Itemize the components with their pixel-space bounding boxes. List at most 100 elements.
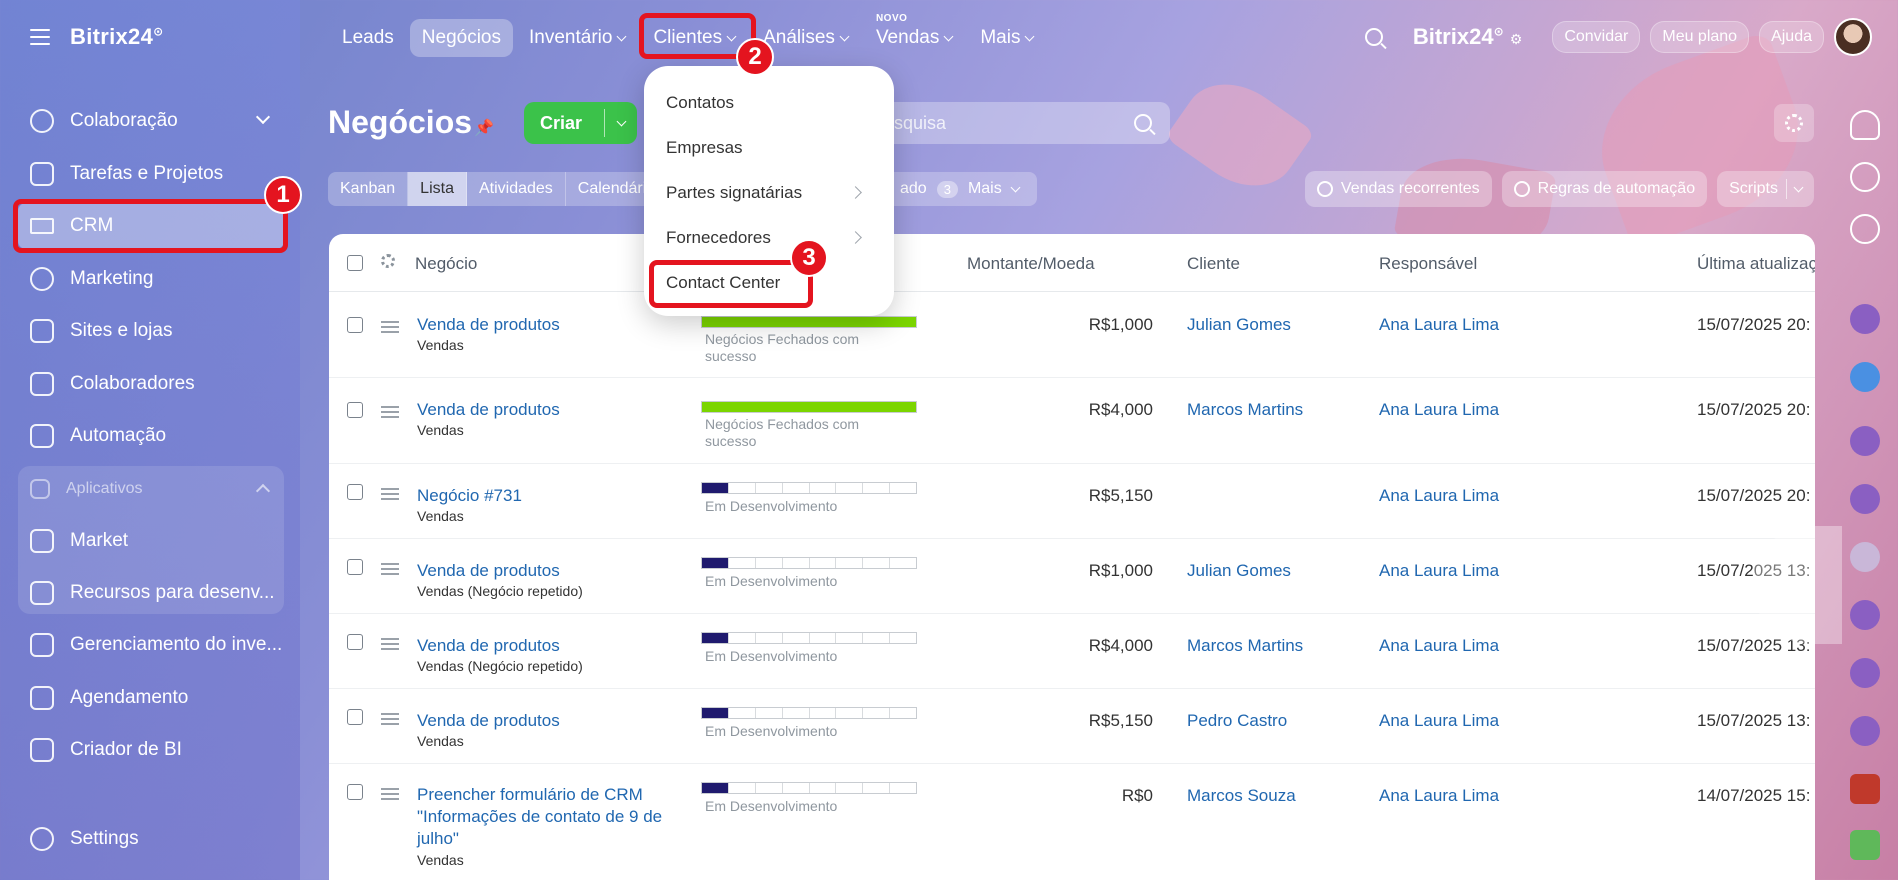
deal-responsible[interactable]: Ana Laura Lima (1379, 561, 1499, 581)
deal-client[interactable]: Marcos Martins (1187, 636, 1303, 656)
select-all-checkbox[interactable] (347, 255, 363, 271)
menu-icon[interactable] (30, 29, 50, 45)
header-responsavel[interactable]: Responsável (1379, 254, 1477, 274)
tab-atividades[interactable]: Atividades (467, 172, 566, 206)
deal-title[interactable]: Venda de produtos (417, 399, 667, 421)
row-checkbox[interactable] (347, 317, 363, 333)
header-montante[interactable]: Montante/Moeda (967, 254, 1095, 274)
topnav-leads[interactable]: Leads (330, 19, 406, 57)
bell-icon[interactable] (1850, 110, 1880, 140)
deal-title[interactable]: Venda de produtos (417, 710, 667, 732)
topnav-vendas[interactable]: NOVO Vendas (864, 13, 964, 57)
brand-logo[interactable]: Bitrix24⊙ (70, 24, 163, 50)
sidebar-item-bi[interactable]: Criador de BI (18, 727, 284, 773)
app-icon[interactable] (1850, 426, 1880, 456)
stage-bar[interactable] (701, 401, 917, 413)
drag-handle-icon[interactable] (381, 713, 399, 725)
topnav-clientes[interactable]: Clientes (641, 19, 747, 57)
cat-avatar-icon[interactable] (1850, 542, 1880, 572)
topnav-inventario[interactable]: Inventário (517, 19, 637, 57)
topnav-negocios[interactable]: Negócios (409, 19, 513, 57)
drag-handle-icon[interactable] (381, 406, 399, 418)
menu-item-fornecedores[interactable]: Fornecedores (666, 228, 771, 248)
sidebar-item-colaboradores[interactable]: Colaboradores (18, 361, 284, 407)
sidebar-item-crm[interactable]: CRM (18, 203, 284, 249)
filter-tail[interactable]: ado 3 Mais (890, 172, 1037, 206)
row-checkbox[interactable] (347, 784, 363, 800)
sidebar-item-colaboracao[interactable]: Colaboração (18, 98, 284, 144)
deal-title[interactable]: Venda de produtos (417, 560, 667, 582)
checklist-icon[interactable] (1850, 830, 1880, 860)
deal-responsible[interactable]: Ana Laura Lima (1379, 636, 1499, 656)
row-checkbox[interactable] (347, 634, 363, 650)
criar-button[interactable]: Criar (524, 102, 637, 144)
deal-client[interactable]: Marcos Souza (1187, 786, 1296, 806)
sidebar-item-gerenciamento[interactable]: Gerenciamento do inve... (18, 622, 284, 668)
sidebar-item-sites[interactable]: Sites e lojas (18, 308, 284, 354)
deal-client[interactable]: Marcos Martins (1187, 400, 1303, 420)
stage-bar[interactable] (701, 782, 917, 794)
deal-responsible[interactable]: Ana Laura Lima (1379, 315, 1499, 335)
sidebar-item-recursos[interactable]: Recursos para desenv... (18, 570, 284, 616)
copilot-icon[interactable] (1850, 162, 1880, 192)
deal-responsible[interactable]: Ana Laura Lima (1379, 786, 1499, 806)
row-checkbox[interactable] (347, 709, 363, 725)
row-checkbox[interactable] (347, 402, 363, 418)
deal-responsible[interactable]: Ana Laura Lima (1379, 486, 1499, 506)
convidar-button[interactable]: Convidar (1552, 21, 1641, 53)
sidebar-item-marketing[interactable]: Marketing (18, 256, 284, 302)
deal-title[interactable]: Negócio #731 (417, 485, 667, 507)
drag-handle-icon[interactable] (381, 563, 399, 575)
deal-responsible[interactable]: Ana Laura Lima (1379, 400, 1499, 420)
stage-bar[interactable] (701, 482, 917, 494)
deal-client[interactable]: Julian Gomes (1187, 315, 1291, 335)
stage-bar[interactable] (701, 632, 917, 644)
deal-client[interactable]: Julian Gomes (1187, 561, 1291, 581)
row-checkbox[interactable] (347, 559, 363, 575)
regras-automacao-button[interactable]: Regras de automação (1501, 171, 1708, 207)
mais-filter[interactable]: Mais (968, 180, 1002, 198)
sidebar-item-agendamento[interactable]: Agendamento (18, 675, 284, 721)
drag-handle-icon[interactable] (381, 321, 399, 333)
vendas-recorrentes-button[interactable]: Vendas recorrentes (1304, 171, 1492, 207)
drag-handle-icon[interactable] (381, 638, 399, 650)
sidebar-group-aplicativos[interactable]: Aplicativos (18, 466, 284, 512)
scripts-button[interactable]: Scripts (1717, 171, 1814, 207)
sidebar-item-market[interactable]: Market (18, 518, 284, 564)
settings-button[interactable] (1774, 104, 1814, 142)
search-input[interactable]: esquisa (870, 102, 1170, 144)
app-icon[interactable] (1850, 716, 1880, 746)
drag-handle-icon[interactable] (381, 788, 399, 800)
menu-item-empresas[interactable]: Empresas (666, 138, 743, 158)
sidebar-item-settings[interactable]: Settings (18, 816, 284, 862)
deal-title[interactable]: Venda de produtos (417, 635, 667, 657)
app-icon[interactable] (1850, 600, 1880, 630)
row-checkbox[interactable] (347, 484, 363, 500)
menu-item-contact-center[interactable]: Contact Center (666, 273, 780, 293)
header-cliente[interactable]: Cliente (1187, 254, 1240, 274)
search-icon[interactable] (1364, 28, 1383, 46)
menu-item-partes-signatarias[interactable]: Partes signatárias (666, 183, 802, 203)
chevron-down-icon[interactable] (605, 116, 637, 127)
stage-bar[interactable] (701, 707, 917, 719)
stage-bar[interactable] (701, 557, 917, 569)
ajuda-button[interactable]: Ajuda (1759, 21, 1824, 53)
app-icon[interactable] (1850, 658, 1880, 688)
tab-kanban[interactable]: Kanban (328, 172, 409, 206)
deal-title[interactable]: Preencher formulário de CRM "Informações… (417, 784, 667, 850)
app-icon[interactable] (1850, 484, 1880, 514)
column-settings-icon[interactable] (381, 254, 395, 268)
meu-plano-button[interactable]: Meu plano (1650, 21, 1750, 53)
drag-handle-icon[interactable] (381, 488, 399, 500)
deal-client[interactable]: Pedro Castro (1187, 711, 1287, 731)
brand-logo-top[interactable]: Bitrix24⊙ ⚙ (1413, 24, 1522, 50)
deal-responsible[interactable]: Ana Laura Lima (1379, 711, 1499, 731)
chat-icon[interactable] (1850, 214, 1880, 244)
header-atualizacao[interactable]: Última atualizaç (1697, 254, 1815, 274)
pin-icon[interactable]: 📌 (474, 118, 494, 138)
tab-lista[interactable]: Lista (408, 172, 467, 206)
header-negocio[interactable]: Negócio (415, 254, 477, 274)
app-icon[interactable] (1850, 774, 1880, 804)
stage-bar[interactable] (701, 316, 917, 328)
deal-title[interactable]: Venda de produtos (417, 314, 667, 336)
